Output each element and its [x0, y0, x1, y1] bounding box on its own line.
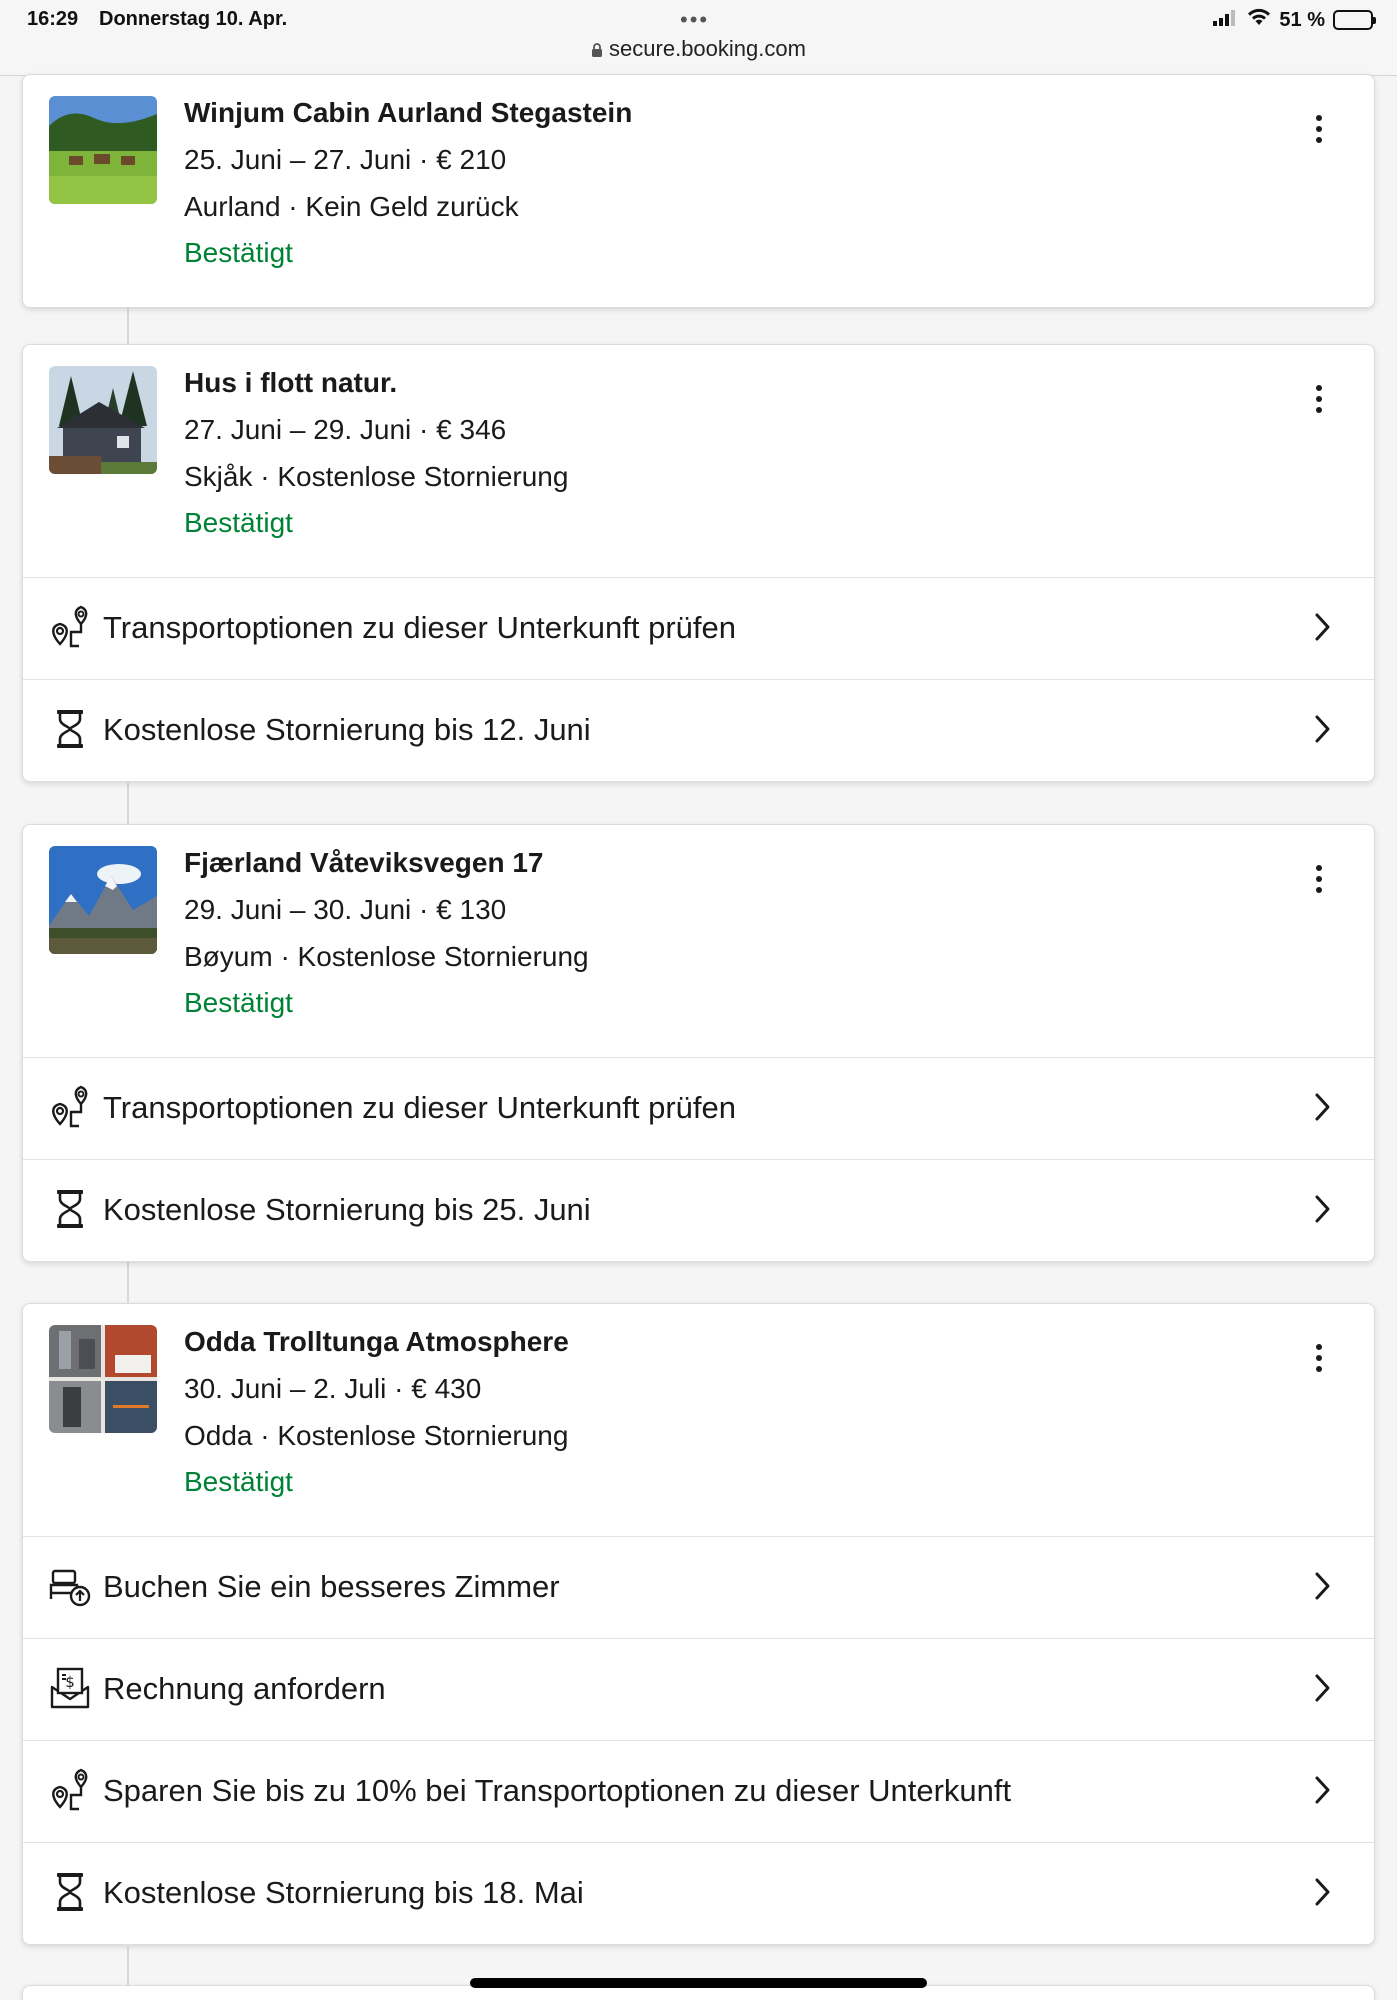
action-row-transport[interactable]: Transportoptionen zu dieser Unterkunft p… — [23, 577, 1374, 679]
battery-percent: 51 % — [1279, 8, 1325, 31]
status-bar: 16:29 Donnerstag 10. Apr. ••• secure.boo… — [0, 0, 1397, 76]
booking-status: Bestätigt — [184, 237, 293, 268]
address-bar[interactable]: secure.booking.com — [0, 36, 1397, 64]
battery-icon — [1333, 10, 1376, 30]
more-options-icon[interactable] — [1307, 109, 1331, 149]
action-row-room-upgrade[interactable]: Buchen Sie ein besseres Zimmer — [23, 1536, 1374, 1638]
booking-location-policy: Odda · Kostenlose Stornierung — [184, 1420, 569, 1451]
timeline-connector — [127, 783, 129, 825]
more-dots-icon[interactable]: ••• — [680, 7, 709, 33]
action-label: Sparen Sie bis zu 10% bei Transportoptio… — [103, 1773, 1012, 1808]
booking-dates-price: 29. Juni – 30. Juni · € 130 — [184, 894, 507, 925]
booking-card-winjum[interactable]: Winjum Cabin Aurland Stegastein 25. Juni… — [22, 74, 1375, 308]
booking-location-policy: Bøyum · Kostenlose Stornierung — [184, 941, 589, 972]
action-label: Buchen Sie ein besseres Zimmer — [103, 1569, 560, 1604]
chevron-right-icon — [1313, 1673, 1333, 1703]
action-row-transport-savings[interactable]: Sparen Sie bis zu 10% bei Transportoptio… — [23, 1740, 1374, 1842]
property-name[interactable]: Hus i flott natur. — [184, 367, 397, 399]
url-text: secure.booking.com — [609, 36, 806, 61]
property-name[interactable]: Odda Trolltunga Atmosphere — [184, 1326, 569, 1358]
action-row-cancellation[interactable]: Kostenlose Stornierung bis 25. Juni — [23, 1159, 1374, 1261]
chevron-right-icon — [1313, 1877, 1333, 1907]
timeline-connector — [127, 305, 129, 345]
timeline-connector — [127, 1947, 129, 1987]
transport-pin-icon — [49, 1767, 91, 1813]
booking-status: Bestätigt — [184, 507, 293, 538]
transport-pin-icon — [49, 1084, 91, 1130]
more-options-icon[interactable] — [1307, 1338, 1331, 1378]
booking-summary[interactable]: Hus i flott natur. 27. Juni – 29. Juni ·… — [23, 345, 1374, 577]
action-label: Kostenlose Stornierung bis 18. Mai — [103, 1875, 584, 1910]
transport-pin-icon — [49, 604, 91, 650]
chevron-right-icon — [1313, 1092, 1333, 1122]
wifi-icon — [1247, 8, 1271, 32]
booking-summary[interactable]: Winjum Cabin Aurland Stegastein 25. Juni… — [23, 75, 1374, 307]
clock: 16:29 — [27, 8, 79, 30]
signal-icon — [1213, 9, 1239, 32]
booking-status: Bestätigt — [184, 1466, 293, 1497]
action-label: Transportoptionen zu dieser Unterkunft p… — [103, 1090, 736, 1125]
chevron-right-icon — [1313, 714, 1333, 744]
home-indicator[interactable] — [470, 1978, 927, 1988]
booking-card-fjaerland[interactable]: Fjærland Våteviksvegen 17 29. Juni – 30.… — [22, 824, 1375, 1262]
booking-dates-price: 30. Juni – 2. Juli · € 430 — [184, 1373, 482, 1404]
more-options-icon[interactable] — [1307, 379, 1331, 419]
booking-location-policy: Skjåk · Kostenlose Stornierung — [184, 461, 569, 492]
booking-summary[interactable]: Fjærland Våteviksvegen 17 29. Juni – 30.… — [23, 825, 1374, 1057]
hourglass-icon — [49, 1869, 91, 1915]
action-row-transport[interactable]: Transportoptionen zu dieser Unterkunft p… — [23, 1057, 1374, 1159]
action-row-cancellation[interactable]: Kostenlose Stornierung bis 12. Juni — [23, 679, 1374, 781]
timeline-connector — [127, 1262, 129, 1304]
action-row-invoice[interactable]: $ Rechnung anfordern — [23, 1638, 1374, 1740]
property-name[interactable]: Winjum Cabin Aurland Stegastein — [184, 97, 632, 129]
booking-status: Bestätigt — [184, 987, 293, 1018]
chevron-right-icon — [1313, 1571, 1333, 1601]
property-thumbnail — [49, 846, 157, 954]
hourglass-icon — [49, 706, 91, 752]
action-row-cancellation[interactable]: Kostenlose Stornierung bis 18. Mai — [23, 1842, 1374, 1944]
chevron-right-icon — [1313, 612, 1333, 642]
booking-location-policy: Aurland · Kein Geld zurück — [184, 191, 519, 222]
action-label: Transportoptionen zu dieser Unterkunft p… — [103, 610, 736, 645]
hourglass-icon — [49, 1186, 91, 1232]
chevron-right-icon — [1313, 1775, 1333, 1805]
date: Donnerstag 10. Apr. — [99, 8, 288, 30]
chevron-right-icon — [1313, 1194, 1333, 1224]
svg-text:$: $ — [65, 1673, 75, 1691]
booking-dates-price: 27. Juni – 29. Juni · € 346 — [184, 414, 507, 445]
booking-dates-price: 25. Juni – 27. Juni · € 210 — [184, 144, 507, 175]
property-thumbnail — [49, 96, 157, 204]
action-label: Kostenlose Stornierung bis 12. Juni — [103, 712, 591, 747]
property-thumbnail — [49, 1325, 157, 1433]
invoice-icon: $ — [49, 1665, 91, 1711]
action-label: Kostenlose Stornierung bis 25. Juni — [103, 1192, 591, 1227]
booking-summary[interactable]: Odda Trolltunga Atmosphere 30. Juni – 2.… — [23, 1304, 1374, 1536]
room-upgrade-icon — [49, 1563, 91, 1609]
property-thumbnail — [49, 366, 157, 474]
booking-card-hus[interactable]: Hus i flott natur. 27. Juni – 29. Juni ·… — [22, 344, 1375, 782]
status-indicators: 51 % — [1213, 8, 1376, 32]
action-label: Rechnung anfordern — [103, 1671, 386, 1706]
more-options-icon[interactable] — [1307, 859, 1331, 899]
booking-card-odda[interactable]: Odda Trolltunga Atmosphere 30. Juni – 2.… — [22, 1303, 1375, 1945]
property-name[interactable]: Fjærland Våteviksvegen 17 — [184, 847, 544, 879]
lock-icon — [591, 38, 603, 64]
